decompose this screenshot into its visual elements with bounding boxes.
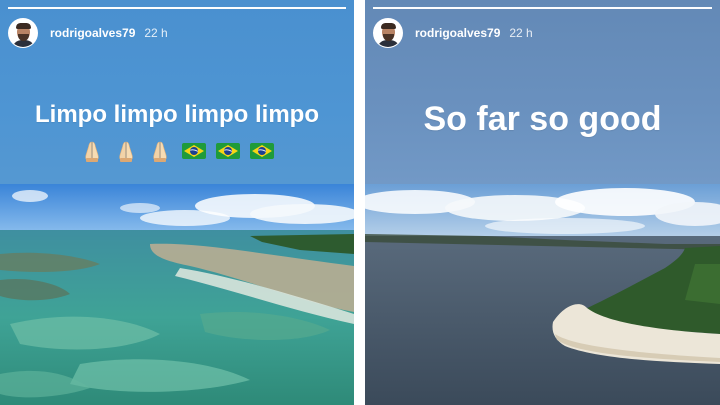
- story-divider: [354, 0, 365, 405]
- story-progress-bar: [8, 7, 346, 9]
- story-right[interactable]: rodrigoalves79 22 h So far so good: [365, 0, 720, 405]
- emoji-row: [0, 139, 354, 163]
- brazil-flag-icon: [182, 143, 206, 159]
- story-caption: Limpo limpo limpo limpo: [35, 101, 319, 128]
- avatar[interactable]: [8, 18, 38, 48]
- story-header: rodrigoalves79 22 h: [8, 17, 168, 49]
- brazil-flag-icon: [250, 143, 274, 159]
- timestamp: 22 h: [144, 26, 168, 40]
- username[interactable]: rodrigoalves79: [415, 26, 500, 40]
- username[interactable]: rodrigoalves79: [50, 26, 135, 40]
- brazil-flag-icon: [216, 143, 240, 159]
- folded-hands-icon: [85, 141, 99, 162]
- folded-hands-icon: [119, 141, 133, 162]
- story-header: rodrigoalves79 22 h: [373, 17, 533, 49]
- story-progress-bar: [373, 7, 712, 9]
- story-photo-reef: [0, 184, 354, 405]
- story-caption: So far so good: [423, 100, 662, 138]
- timestamp: 22 h: [509, 26, 533, 40]
- story-progress-fill: [8, 7, 346, 9]
- avatar[interactable]: [373, 18, 403, 48]
- folded-hands-icon: [153, 141, 167, 162]
- story-photo-river: [365, 184, 720, 405]
- story-progress-fill: [373, 7, 712, 9]
- story-left[interactable]: rodrigoalves79 22 h Limpo limpo limpo li…: [0, 0, 354, 405]
